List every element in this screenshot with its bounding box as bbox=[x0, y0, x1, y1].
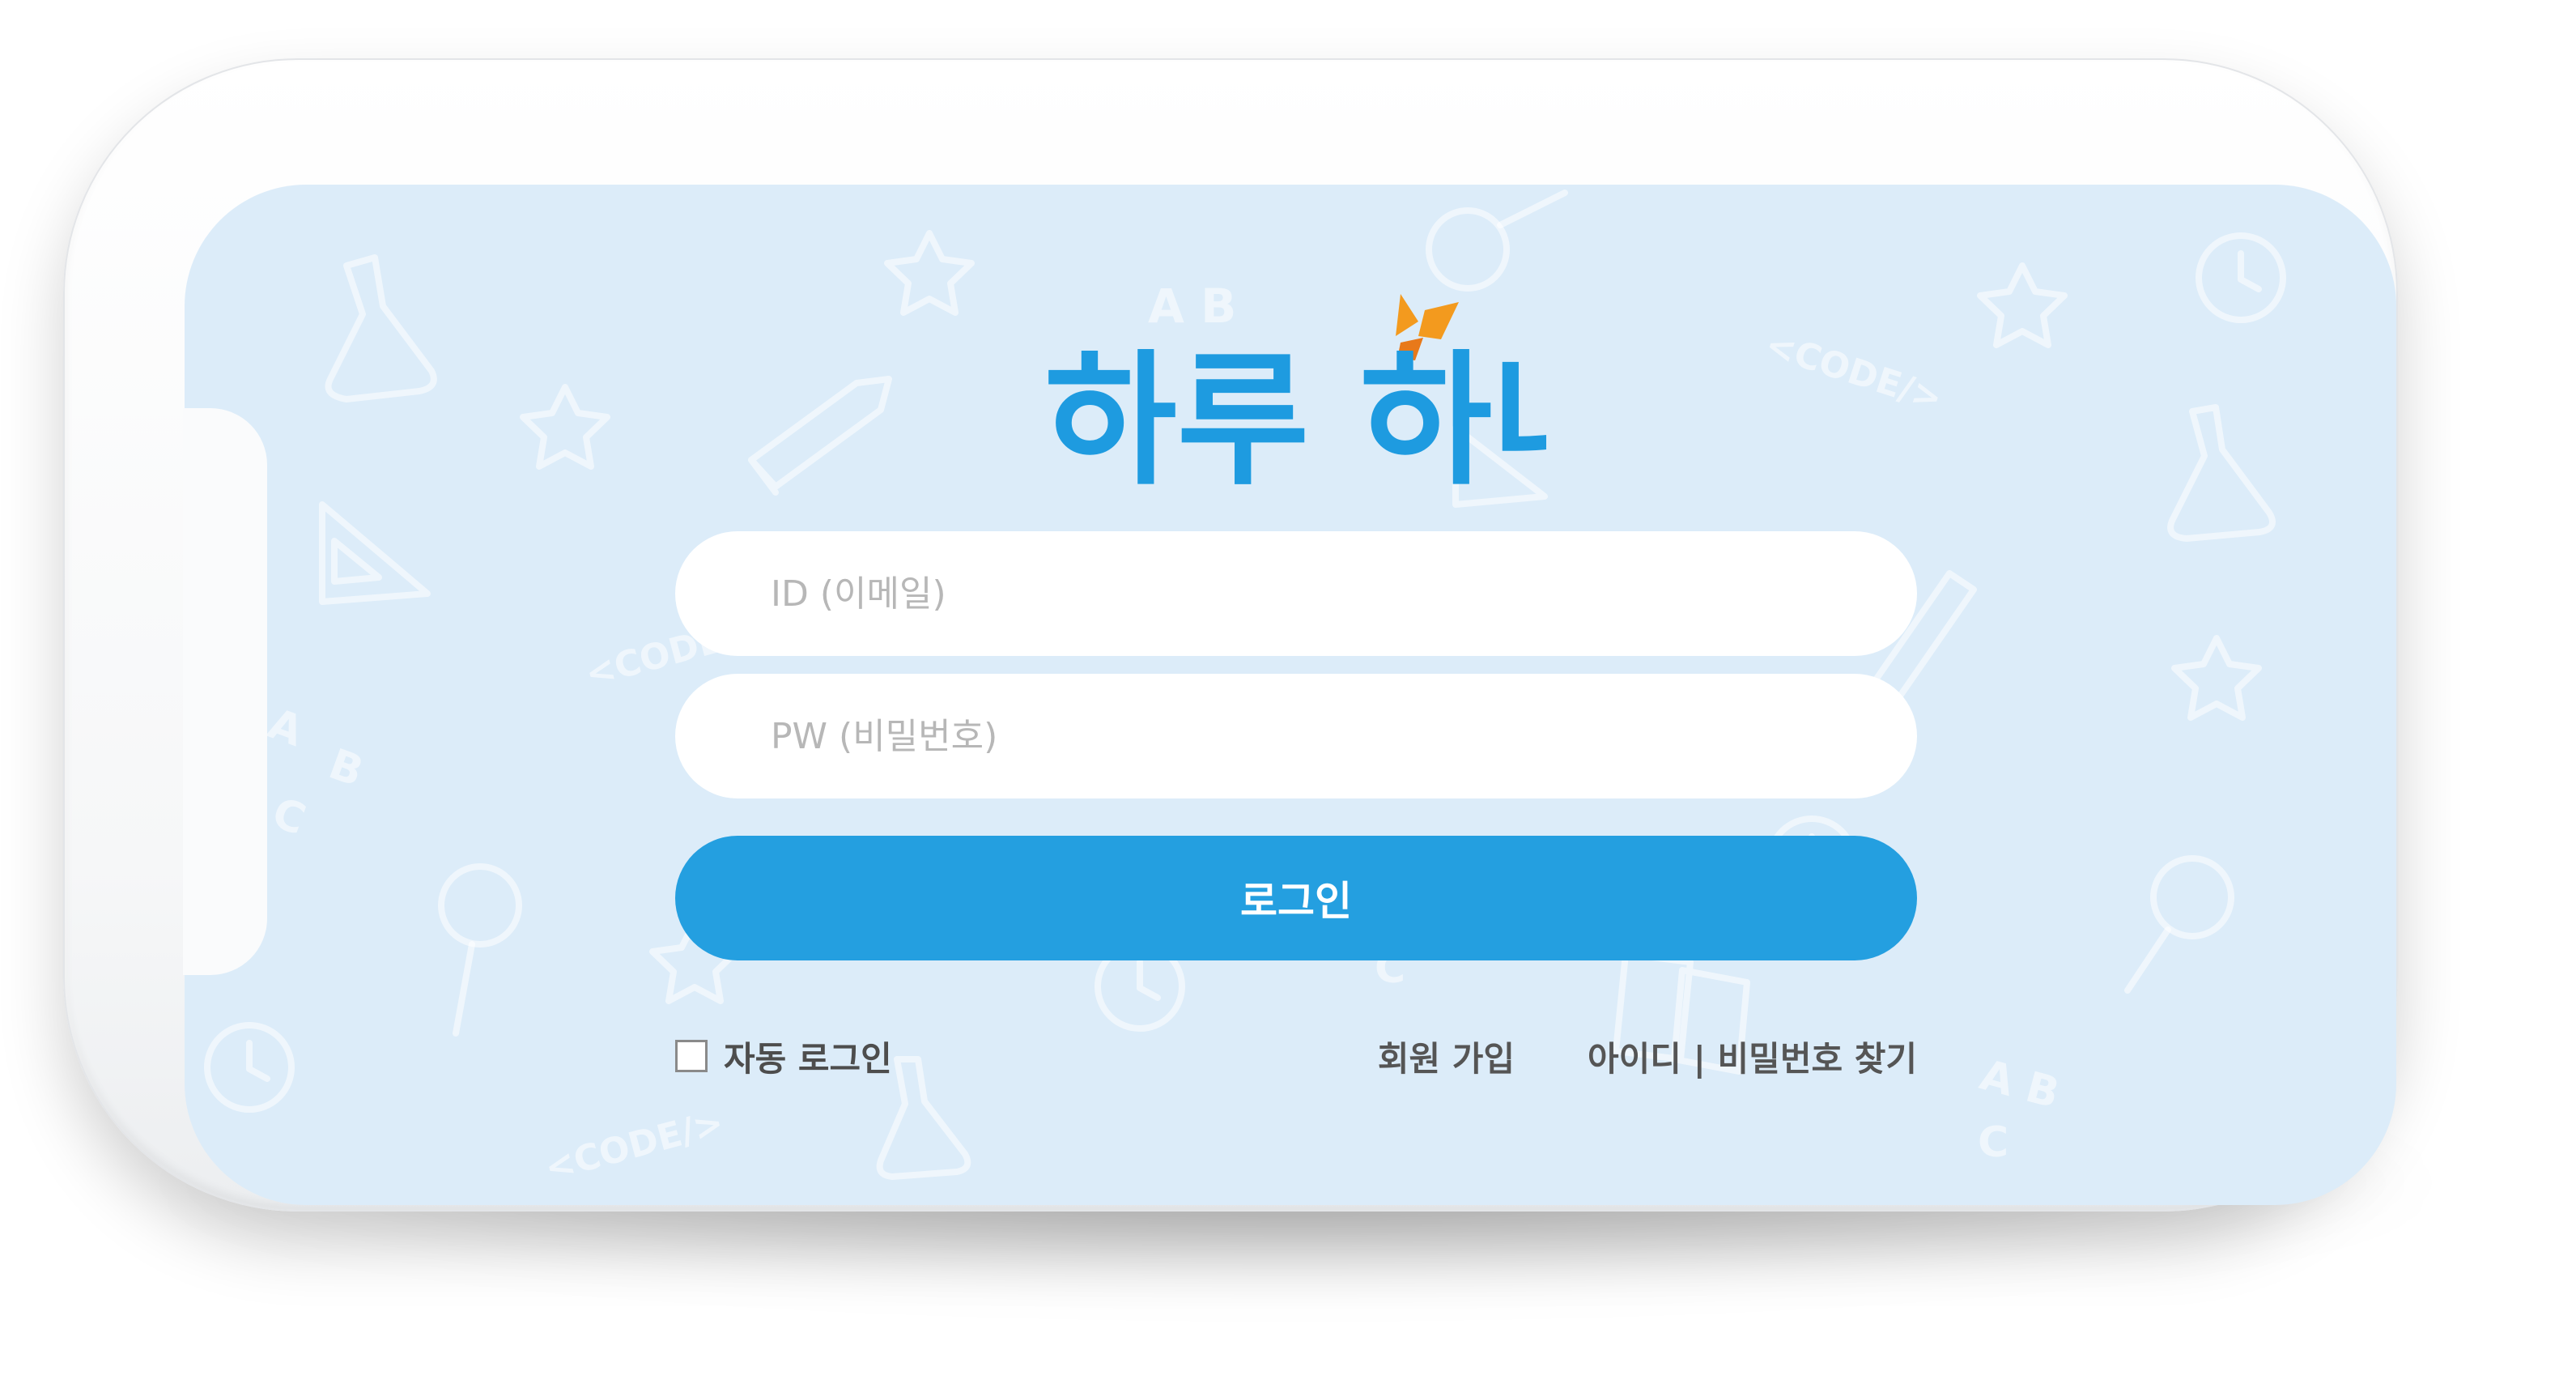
signup-link[interactable]: 회원 가입 bbox=[1378, 1032, 1515, 1081]
auto-login-checkbox[interactable] bbox=[675, 1040, 708, 1072]
find-account-link[interactable]: 아이디 | 비밀번호 찾기 bbox=[1588, 1032, 1917, 1081]
app-logo: 하루 하나 bbox=[1044, 294, 1546, 496]
phone-notch bbox=[183, 408, 267, 975]
logo-text: 하루 하나 bbox=[1044, 337, 1546, 496]
svg-text:<CODE/>: <CODE/> bbox=[541, 1102, 729, 1190]
app-screen: <CODE/> <CODE/> <CODE/> A B A B C A B C … bbox=[185, 185, 2396, 1205]
svg-text:A: A bbox=[262, 700, 309, 756]
auto-login-label: 자동 로그인 bbox=[724, 1038, 892, 1079]
svg-text:<CODE/>: <CODE/> bbox=[1761, 324, 1948, 419]
phone-frame: <CODE/> <CODE/> <CODE/> A B A B C A B C … bbox=[63, 58, 2398, 1212]
stage: <CODE/> <CODE/> <CODE/> A B A B C A B C … bbox=[0, 0, 2576, 1384]
password-input[interactable] bbox=[675, 674, 1917, 798]
account-links: 회원 가입 아이디 | 비밀번호 찾기 bbox=[1378, 1032, 1917, 1080]
svg-text:B: B bbox=[323, 740, 370, 797]
svg-text:A B: A B bbox=[1975, 1051, 2064, 1118]
svg-text:C: C bbox=[266, 789, 312, 845]
svg-text:C: C bbox=[1978, 1118, 2009, 1167]
id-email-input[interactable] bbox=[675, 531, 1917, 656]
login-button[interactable]: 로그인 bbox=[675, 836, 1917, 960]
auto-login-option[interactable]: 자동 로그인 bbox=[675, 1032, 892, 1080]
